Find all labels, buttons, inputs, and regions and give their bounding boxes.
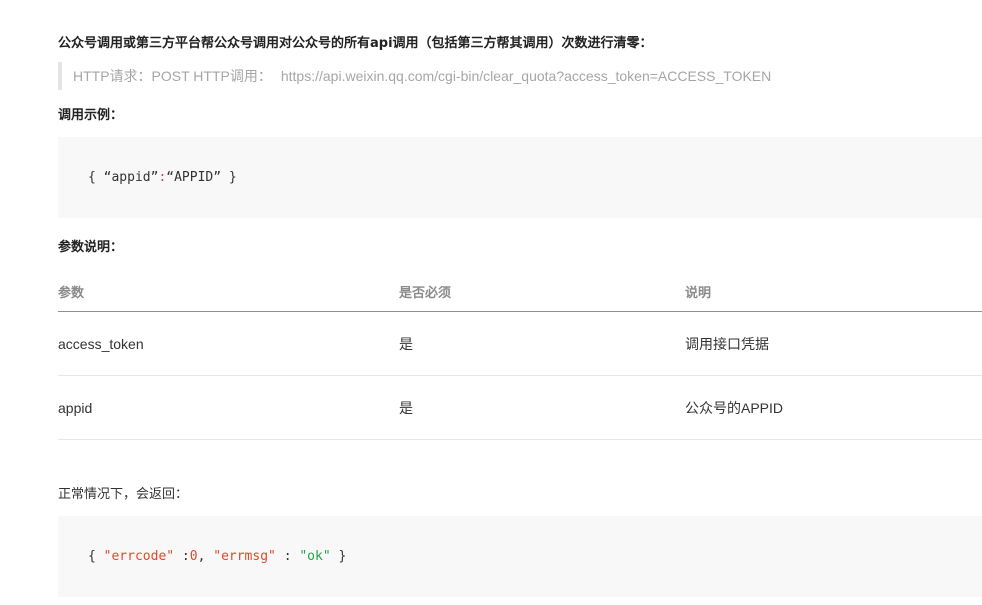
resp-value-errmsg: "ok" [299, 549, 331, 564]
params-table: 参数 是否必须 说明 access_token 是 调用接口凭据 appid 是… [58, 272, 982, 440]
example-code-block: { “appid”: “APPID” } [58, 137, 982, 218]
table-header-row: 参数 是否必须 说明 [58, 272, 982, 312]
resp-sep-2: : [275, 549, 300, 564]
column-header-description: 说明 [685, 285, 712, 300]
example-heading: 调用示例： [58, 108, 124, 123]
param-description-cell: 调用接口凭据 [685, 335, 769, 352]
resp-sep-1: : [174, 549, 190, 564]
param-name-cell: appid [58, 399, 93, 416]
resp-key-errmsg: "errmsg" [213, 549, 276, 564]
code-value-appid: “APPID” [166, 170, 222, 185]
code-colon: : [158, 170, 167, 185]
page-title: 公众号调用或第三方平台帮公众号调用对公众号的所有api调用（包括第三方帮其调用）… [58, 36, 653, 51]
response-intro: 正常情况下，会返回： [58, 487, 189, 502]
http-request-url[interactable]: https://api.weixin.qq.com/cgi-bin/clear_… [281, 68, 771, 84]
resp-open-brace: { [88, 549, 104, 564]
code-key-appid: “appid” [103, 170, 159, 185]
code-close-brace: } [221, 170, 237, 185]
http-request-quote: HTTP请求：POST HTTP调用： https://api.weixin.q… [58, 62, 771, 90]
resp-key-errcode: "errcode" [103, 549, 175, 564]
http-request-label: HTTP请求：POST HTTP调用： [73, 68, 272, 84]
param-description-cell: 公众号的APPID [685, 399, 784, 416]
resp-comma: , [197, 549, 214, 564]
table-row: appid 是 公众号的APPID [58, 376, 982, 440]
column-header-required: 是否必须 [399, 285, 452, 300]
param-required-cell: 是 [399, 335, 413, 352]
column-header-param: 参数 [58, 285, 85, 300]
resp-value-errcode: 0 [189, 549, 198, 564]
params-heading: 参数说明： [58, 240, 124, 255]
resp-close-brace: } [330, 549, 347, 564]
param-name-cell: access_token [58, 335, 144, 352]
code-open-brace: { [88, 170, 104, 185]
response-code-block: { "errcode" :0, "errmsg" : "ok" } [58, 516, 982, 597]
table-row: access_token 是 调用接口凭据 [58, 312, 982, 376]
param-required-cell: 是 [399, 399, 413, 416]
